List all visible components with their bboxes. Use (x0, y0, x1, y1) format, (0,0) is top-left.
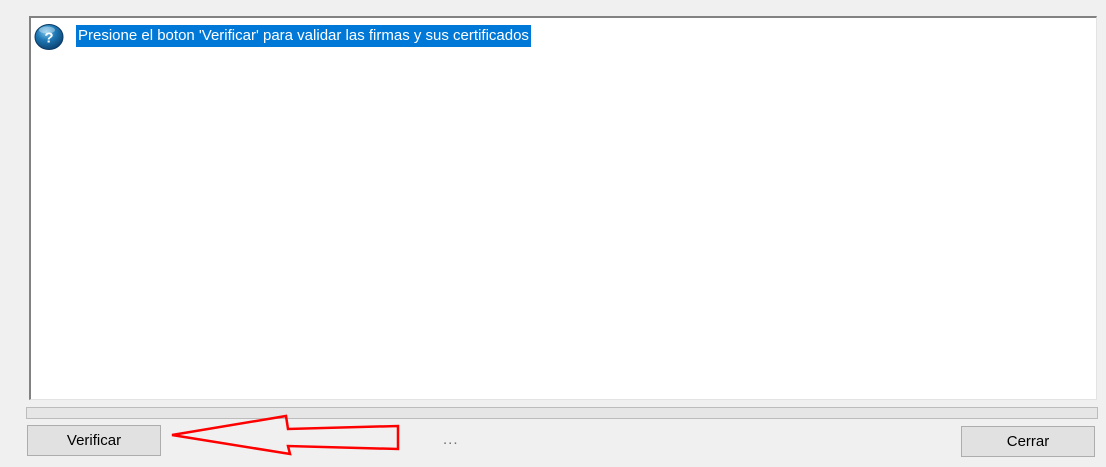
question-info-icon: ? (34, 24, 64, 50)
close-button[interactable]: Cerrar (961, 426, 1095, 457)
annotation-arrow (171, 414, 400, 456)
svg-text:?: ? (44, 30, 53, 47)
status-text: ... (443, 431, 459, 448)
results-listbox[interactable]: ? Presione el boton 'Verificar' para val… (29, 16, 1097, 400)
list-item-label: Presione el boton 'Verificar' para valid… (76, 25, 531, 47)
verify-button[interactable]: Verificar (27, 425, 161, 456)
list-item[interactable]: ? Presione el boton 'Verificar' para val… (34, 21, 531, 51)
